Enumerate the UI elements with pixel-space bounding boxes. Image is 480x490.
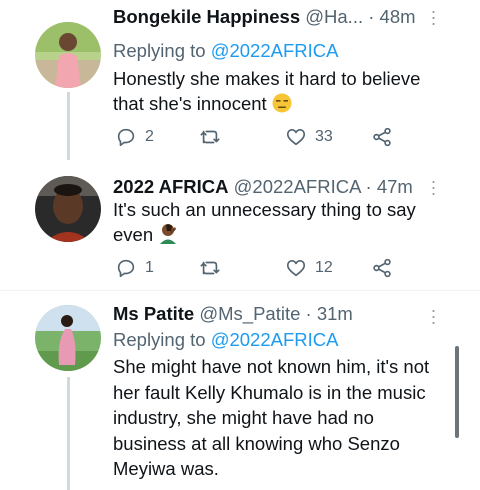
more-icon[interactable]: · · ·: [430, 172, 438, 202]
tweet-text-line: industry, she might have had no: [113, 407, 374, 428]
tweet-text-line: Honestly she makes it hard to believe: [113, 68, 421, 89]
more-icon[interactable]: · · ·: [430, 301, 438, 331]
tweet-2[interactable]: 2022 AFRICA @2022AFRICA · 47m · · · It's s…: [0, 160, 480, 290]
tweet-text: Honestly she makes it hard to believe th…: [113, 66, 420, 119]
retweet-icon: [200, 261, 220, 275]
tweet-3[interactable]: Ms Patite @Ms_Patite · 31m · · · Replying …: [0, 291, 480, 490]
like-button[interactable]: 33: [285, 126, 333, 148]
tweet-text: She might have not known him, it's not h…: [113, 354, 429, 482]
avatar[interactable]: [35, 176, 101, 242]
like-button[interactable]: 12: [285, 257, 333, 279]
tweet-text-line: business at all knowing who Senzo: [113, 432, 400, 454]
replying-to: Replying to @2022AFRICA: [113, 40, 338, 62]
tweet-header: Bongekile Happiness @Ha... · 48m: [113, 6, 416, 28]
like-count: 33: [315, 128, 333, 145]
tweet-text: It's such an unnecessary thing to say ev…: [113, 197, 416, 250]
share-icon: [373, 127, 391, 147]
author-name[interactable]: 2022 AFRICA: [113, 176, 229, 197]
replying-to: Replying to @2022AFRICA: [113, 329, 338, 351]
person-facepalming-emoji: [158, 222, 180, 250]
avatar[interactable]: [35, 305, 101, 371]
retweet-icon: [200, 130, 220, 144]
share-icon: [373, 258, 391, 278]
heart-icon: [286, 129, 306, 146]
reply-button[interactable]: 1: [115, 257, 154, 279]
reply-icon: [117, 259, 135, 278]
author-name[interactable]: Ms Patite: [113, 303, 194, 324]
tweet-text-line: Meyiwa was.: [113, 458, 219, 479]
tweet-1[interactable]: Bongekile Happiness @Ha... · 48m · · · Rep…: [0, 0, 480, 160]
thread-line: [67, 92, 70, 160]
tweet-actions: 1 12: [113, 257, 413, 281]
reply-count: 1: [145, 259, 154, 276]
tweet-text-line-2: even: [113, 222, 416, 250]
like-count: 12: [315, 259, 333, 276]
reply-icon: [117, 128, 135, 147]
replying-handle-link[interactable]: @2022AFRICA: [211, 40, 339, 61]
avatar[interactable]: [35, 22, 101, 88]
thread-line: [67, 377, 70, 490]
tweet-text-line: even: [113, 224, 154, 245]
retweet-button[interactable]: [199, 126, 221, 148]
tweet-text-line: that she's innocent: [113, 93, 267, 114]
share-button[interactable]: [371, 126, 393, 148]
heart-icon: [286, 260, 306, 277]
tweet-text-line: She might have not known him, it's not: [113, 356, 430, 377]
replying-prefix: Replying to: [113, 329, 206, 350]
tweet-text-line-2: that she's innocent: [113, 91, 420, 119]
unamused-face-emoji: [272, 93, 292, 119]
reply-button[interactable]: 2: [115, 126, 154, 148]
retweet-button[interactable]: [199, 257, 221, 279]
author-name[interactable]: Bongekile Happiness: [113, 6, 300, 27]
share-button[interactable]: [371, 257, 393, 279]
replying-prefix: Replying to: [113, 40, 206, 61]
tweet-actions: 2 33: [113, 126, 413, 150]
author-handle-time[interactable]: @Ms_Patite · 31m: [199, 303, 352, 324]
reply-count: 2: [145, 128, 154, 145]
author-handle-time[interactable]: @Ha... · 48m: [305, 6, 415, 27]
tweet-header: Ms Patite @Ms_Patite · 31m: [113, 303, 353, 325]
tweet-header: 2022 AFRICA @2022AFRICA · 47m: [113, 176, 413, 198]
replying-handle-link[interactable]: @2022AFRICA: [211, 329, 339, 350]
scrollbar-thumb[interactable]: [455, 346, 459, 438]
author-handle-time[interactable]: @2022AFRICA · 47m: [234, 176, 413, 197]
more-icon[interactable]: · · ·: [430, 2, 438, 32]
tweet-text-line: It's such an unnecessary thing to say: [113, 199, 416, 220]
tweet-text-line: her fault Kelly Khumalo is in the music: [113, 381, 426, 403]
